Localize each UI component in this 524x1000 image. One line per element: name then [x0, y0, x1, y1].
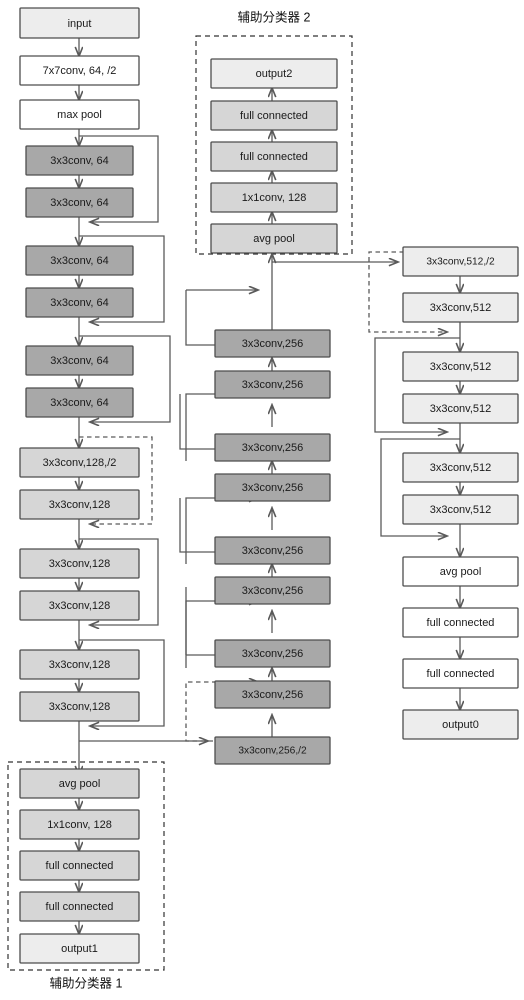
node-maxpool-label: max pool: [57, 109, 102, 121]
node-a2-conv1x1-label: 1x1conv, 128: [242, 192, 307, 204]
node-a2-fc2[interactable]: full connected: [210, 100, 338, 131]
node-r512-4[interactable]: 3x3conv,512: [402, 393, 519, 424]
node-m256-3-label: 3x3conv,256: [242, 442, 304, 454]
node-m256-7-label: 3x3conv,256: [242, 648, 304, 660]
node-c64-1[interactable]: 3x3conv, 64: [25, 145, 134, 176]
architecture-diagram: input 7x7conv, 64, /2 max pool 3x3conv, …: [0, 0, 524, 1000]
node-input-label: input: [68, 18, 92, 30]
node-m256-8[interactable]: 3x3conv,256: [214, 680, 331, 709]
node-c128-4[interactable]: 3x3conv,128: [19, 590, 140, 621]
node-a2-avgpool[interactable]: avg pool: [210, 223, 338, 254]
node-m256-4-label: 3x3conv,256: [242, 482, 304, 494]
node-output0[interactable]: output0: [402, 709, 519, 740]
node-c64-5[interactable]: 3x3conv, 64: [25, 345, 134, 376]
node-input[interactable]: input: [19, 7, 140, 39]
node-c128-5-label: 3x3conv,128: [49, 659, 111, 671]
node-a1-output1[interactable]: output1: [19, 933, 140, 964]
node-a2-avgpool-label: avg pool: [253, 233, 295, 245]
node-a1-fc1[interactable]: full connected: [19, 850, 140, 881]
node-r-avgpool[interactable]: avg pool: [402, 556, 519, 587]
node-a1-conv1x1[interactable]: 1x1conv, 128: [19, 809, 140, 840]
node-a2-conv1x1[interactable]: 1x1conv, 128: [210, 182, 338, 213]
node-m256-stride2[interactable]: 3x3conv,256,/2: [214, 736, 331, 765]
node-c64-1-label: 3x3conv, 64: [50, 155, 109, 167]
node-r512-6[interactable]: 3x3conv,512: [402, 494, 519, 525]
diagram-canvas: input 7x7conv, 64, /2 max pool 3x3conv, …: [7, 7, 519, 990]
node-a1-output1-label: output1: [61, 943, 98, 955]
node-c64-3-label: 3x3conv, 64: [50, 255, 109, 267]
node-r512-3-label: 3x3conv,512: [430, 361, 492, 373]
node-a1-fc2-label: full connected: [46, 901, 114, 913]
node-r512-2[interactable]: 3x3conv,512: [402, 292, 519, 323]
node-a1-avgpool[interactable]: avg pool: [19, 768, 140, 799]
aux-classifier-2-title: 辅助分类器 2: [238, 10, 311, 24]
node-c128-1-label: 3x3conv,128,/2: [43, 457, 117, 469]
node-c128-3[interactable]: 3x3conv,128: [19, 548, 140, 579]
node-c64-3[interactable]: 3x3conv, 64: [25, 245, 134, 276]
node-c64-6[interactable]: 3x3conv, 64: [25, 387, 134, 418]
node-m256-2[interactable]: 3x3conv,256: [214, 370, 331, 399]
node-c64-2-label: 3x3conv, 64: [50, 197, 109, 209]
node-c128-3-label: 3x3conv,128: [49, 558, 111, 570]
node-m256-5[interactable]: 3x3conv,256: [214, 536, 331, 565]
node-m256-6-label: 3x3conv,256: [242, 585, 304, 597]
node-r-fc1-label: full connected: [427, 617, 495, 629]
node-c128-6[interactable]: 3x3conv,128: [19, 691, 140, 722]
node-c128-2[interactable]: 3x3conv,128: [19, 489, 140, 520]
node-m256-3[interactable]: 3x3conv,256: [214, 433, 331, 462]
node-a2-fc2-label: full connected: [240, 110, 308, 122]
node-a1-fc1-label: full connected: [46, 860, 114, 872]
node-r512-4-label: 3x3conv,512: [430, 403, 492, 415]
node-c64-4[interactable]: 3x3conv, 64: [25, 287, 134, 318]
node-m256-2-label: 3x3conv,256: [242, 379, 304, 391]
node-a2-output2[interactable]: output2: [210, 58, 338, 89]
node-r-fc1[interactable]: full connected: [402, 607, 519, 638]
node-m256-6[interactable]: 3x3conv,256: [214, 576, 331, 605]
node-c128-1[interactable]: 3x3conv,128,/2: [19, 447, 140, 478]
node-m256-1[interactable]: 3x3conv,256: [214, 329, 331, 358]
node-m256-7[interactable]: 3x3conv,256: [214, 639, 331, 668]
node-a2-fc1-label: full connected: [240, 151, 308, 163]
node-r512-6-label: 3x3conv,512: [430, 504, 492, 516]
node-a1-conv1x1-label: 1x1conv, 128: [47, 819, 112, 831]
node-m256-5-label: 3x3conv,256: [242, 545, 304, 557]
node-c64-6-label: 3x3conv, 64: [50, 397, 109, 409]
node-a2-output2-label: output2: [256, 68, 293, 80]
node-c64-2[interactable]: 3x3conv, 64: [25, 187, 134, 218]
node-c128-6-label: 3x3conv,128: [49, 701, 111, 713]
node-r512-3[interactable]: 3x3conv,512: [402, 351, 519, 382]
node-a1-fc2[interactable]: full connected: [19, 891, 140, 922]
node-maxpool[interactable]: max pool: [19, 99, 140, 130]
node-m256-1-label: 3x3conv,256: [242, 338, 304, 350]
node-c64-5-label: 3x3conv, 64: [50, 355, 109, 367]
node-m256-stride2-label: 3x3conv,256,/2: [238, 746, 307, 757]
node-r512-2-label: 3x3conv,512: [430, 302, 492, 314]
node-r-fc2[interactable]: full connected: [402, 658, 519, 689]
node-c128-5[interactable]: 3x3conv,128: [19, 649, 140, 680]
node-a2-fc1[interactable]: full connected: [210, 141, 338, 172]
node-a1-avgpool-label: avg pool: [59, 778, 101, 790]
aux-classifier-1-title: 辅助分类器 1: [50, 976, 123, 990]
node-r512-1-label: 3x3conv,512,/2: [426, 257, 495, 268]
node-m256-4[interactable]: 3x3conv,256: [214, 473, 331, 502]
node-c128-4-label: 3x3conv,128: [49, 600, 111, 612]
node-r512-1[interactable]: 3x3conv,512,/2: [402, 246, 519, 277]
node-r-fc2-label: full connected: [427, 668, 495, 680]
node-c128-2-label: 3x3conv,128: [49, 499, 111, 511]
node-output0-label: output0: [442, 719, 479, 731]
node-r-avgpool-label: avg pool: [440, 566, 482, 578]
node-c64-4-label: 3x3conv, 64: [50, 297, 109, 309]
node-r512-5[interactable]: 3x3conv,512: [402, 452, 519, 483]
node-conv7x7-label: 7x7conv, 64, /2: [43, 65, 117, 77]
node-r512-5-label: 3x3conv,512: [430, 462, 492, 474]
node-conv7x7[interactable]: 7x7conv, 64, /2: [19, 55, 140, 86]
node-m256-8-label: 3x3conv,256: [242, 689, 304, 701]
